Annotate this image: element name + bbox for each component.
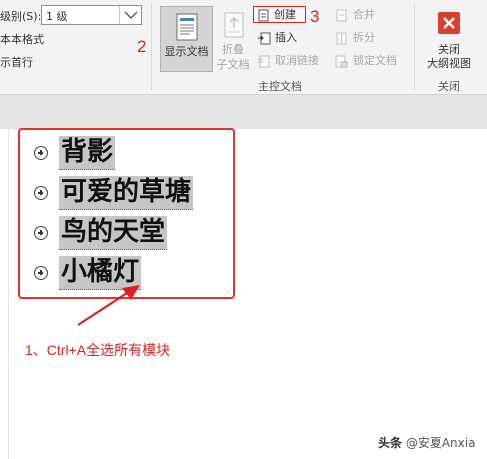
close-group-label: 关闭 <box>438 80 460 93</box>
step-2-annotation: 2 <box>137 37 147 56</box>
show-document-button[interactable]: 显示文档 <box>160 6 213 72</box>
create-doc-icon <box>258 9 269 22</box>
master-document-group-label: 主控文档 <box>258 80 302 93</box>
insert-label: 插入 <box>275 31 297 44</box>
ribbon-separator <box>414 4 415 90</box>
watermark: 头条 @安夏Anxia <box>378 434 475 451</box>
page-margin-line <box>8 129 9 459</box>
step-3-annotation: 3 <box>310 7 320 26</box>
show-first-line-option[interactable]: 示首行 <box>0 54 33 70</box>
fold-label-line1: 折叠 <box>222 43 244 56</box>
expand-plus-icon[interactable] <box>34 146 48 160</box>
outline-item-text[interactable]: 可爱的草塘 <box>59 176 194 210</box>
ruler-band <box>0 95 487 129</box>
annotation-arrow <box>77 285 140 326</box>
unlink-icon <box>257 55 270 68</box>
level-label: 级别(S): <box>0 10 42 23</box>
chevron-down-icon <box>124 11 138 19</box>
show-document-icon <box>176 13 198 41</box>
watermark-prefix: 头条 <box>378 436 403 450</box>
split-label: 拆分 <box>353 31 375 44</box>
create-label: 创建 <box>274 8 296 21</box>
ribbon-separator <box>151 4 152 90</box>
level-dropdown-button[interactable] <box>119 6 141 24</box>
close-outline-view-button[interactable]: 关闭 大纲视图 <box>418 8 480 76</box>
lock-document-label: 锁定文档 <box>353 54 397 67</box>
level-select[interactable]: 1 级 <box>41 5 142 25</box>
show-document-label: 显示文档 <box>164 45 209 58</box>
step-1-annotation: 1、Ctrl+A全选所有模块 <box>25 342 171 358</box>
outline-item-text[interactable]: 背影 <box>59 136 116 170</box>
ribbon: 级别(S): 1 级 本本格式 示首行 显示文档 折叠 子文档 创建 插入 取消… <box>0 0 487 95</box>
fold-subdocument-icon <box>224 12 244 38</box>
watermark-text: @安夏Anxia <box>405 436 476 450</box>
close-label-line2: 大纲视图 <box>427 57 471 70</box>
level-value: 1 级 <box>46 10 68 23</box>
split-icon <box>336 32 347 45</box>
expand-plus-icon[interactable] <box>34 186 48 200</box>
expand-plus-icon[interactable] <box>34 226 48 240</box>
outline-item-text[interactable]: 鸟的天堂 <box>59 216 168 250</box>
fold-label-line2: 子文档 <box>216 58 250 71</box>
merge-label: 合并 <box>353 8 375 21</box>
lock-icon <box>335 55 348 68</box>
close-icon <box>438 12 460 34</box>
expand-plus-icon[interactable] <box>34 266 48 280</box>
unlink-label: 取消链接 <box>275 54 319 67</box>
fold-subdocument-button[interactable]: 折叠 子文档 <box>216 6 250 72</box>
create-button[interactable]: 创建 <box>253 6 306 23</box>
insert-doc-icon <box>258 32 271 45</box>
merge-icon <box>336 9 347 22</box>
show-text-format-option[interactable]: 本本格式 <box>0 31 44 47</box>
